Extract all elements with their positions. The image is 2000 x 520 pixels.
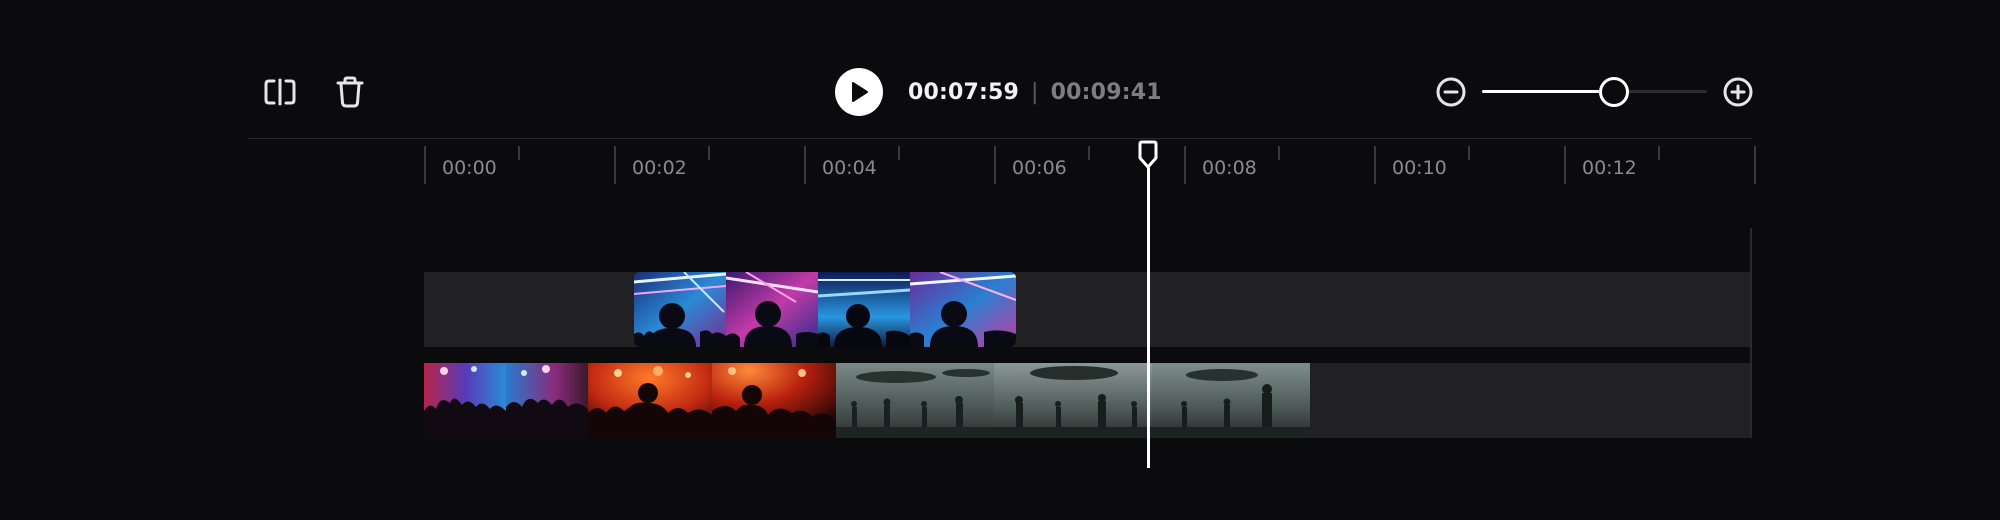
zoom-out-icon bbox=[1436, 77, 1466, 107]
ruler-major-tick bbox=[1754, 146, 1756, 184]
timecode-display: 00:07:59 | 00:09:41 bbox=[908, 78, 1162, 106]
toolbar-divider bbox=[248, 138, 1752, 139]
ruler-time-label: 00:08 bbox=[1202, 157, 1257, 179]
ruler-minor-tick bbox=[1468, 146, 1470, 160]
ruler-major-tick bbox=[994, 146, 996, 184]
zoom-in-button[interactable] bbox=[1718, 72, 1758, 112]
neon-concert-clip[interactable] bbox=[634, 272, 1016, 347]
ruler-major-tick bbox=[614, 146, 616, 184]
ruler-minor-tick bbox=[1088, 146, 1090, 160]
timeline-editor: 00:07:59 | 00:09:41 00:00 00:02 00:04 00:06… bbox=[0, 0, 2000, 520]
robot-invasion-clip[interactable] bbox=[836, 363, 1310, 438]
time-separator: | bbox=[1031, 79, 1039, 105]
concert-crowd-clip[interactable] bbox=[424, 363, 588, 438]
ruler-major-tick bbox=[424, 146, 426, 184]
playhead-handle[interactable] bbox=[1136, 140, 1160, 170]
ruler-minor-tick bbox=[708, 146, 710, 160]
delete-button[interactable] bbox=[328, 70, 372, 114]
clip-frame bbox=[588, 363, 712, 438]
clip-frame bbox=[726, 272, 818, 347]
ruler-time-label: 00:00 bbox=[442, 157, 497, 179]
ruler-time-label: 00:10 bbox=[1392, 157, 1447, 179]
clip-frame bbox=[634, 272, 726, 347]
ruler-time-label: 00:06 bbox=[1012, 157, 1067, 179]
ruler-minor-tick bbox=[518, 146, 520, 160]
clip-frame bbox=[424, 363, 506, 438]
trash-icon bbox=[336, 76, 364, 108]
clip-frame bbox=[994, 363, 1152, 438]
clip-frame bbox=[712, 363, 836, 438]
playhead-marker-icon bbox=[1138, 140, 1158, 169]
clip-frame bbox=[836, 363, 994, 438]
playhead-line bbox=[1147, 160, 1150, 468]
zoom-slider[interactable] bbox=[1482, 77, 1707, 107]
current-time: 00:07:59 bbox=[908, 79, 1020, 105]
ruler-time-label: 00:12 bbox=[1582, 157, 1637, 179]
clip-frame bbox=[818, 272, 910, 347]
ruler-major-tick bbox=[1374, 146, 1376, 184]
ruler-time-label: 00:04 bbox=[822, 157, 877, 179]
split-icon bbox=[264, 78, 296, 106]
clip-frame bbox=[910, 272, 1016, 347]
zoom-in-icon bbox=[1723, 77, 1753, 107]
ruler-major-tick bbox=[1184, 146, 1186, 184]
zoom-slider-thumb[interactable] bbox=[1598, 77, 1629, 107]
split-button[interactable] bbox=[258, 70, 302, 114]
main-track[interactable] bbox=[424, 363, 1752, 438]
ruler-minor-tick bbox=[898, 146, 900, 160]
clip-frame bbox=[1152, 363, 1310, 438]
ruler-major-tick bbox=[1564, 146, 1566, 184]
timeline-end-marker bbox=[1750, 228, 1752, 438]
ruler-minor-tick bbox=[1278, 146, 1280, 160]
clip-frame bbox=[506, 363, 588, 438]
play-button[interactable] bbox=[835, 68, 883, 116]
zoom-slider-fill bbox=[1482, 90, 1613, 93]
timeline-toolbar: 00:07:59 | 00:09:41 bbox=[248, 60, 1753, 124]
zoom-out-button[interactable] bbox=[1431, 72, 1471, 112]
total-time: 00:09:41 bbox=[1050, 79, 1162, 105]
ruler-time-label: 00:02 bbox=[632, 157, 687, 179]
play-icon bbox=[852, 82, 868, 102]
ruler-major-tick bbox=[804, 146, 806, 184]
overlay-track[interactable] bbox=[424, 272, 1752, 347]
time-ruler[interactable]: 00:00 00:02 00:04 00:06 00:08 00:10 00:12 bbox=[424, 146, 1756, 186]
ruler-minor-tick bbox=[1658, 146, 1660, 160]
red-stage-clip[interactable] bbox=[588, 363, 836, 438]
